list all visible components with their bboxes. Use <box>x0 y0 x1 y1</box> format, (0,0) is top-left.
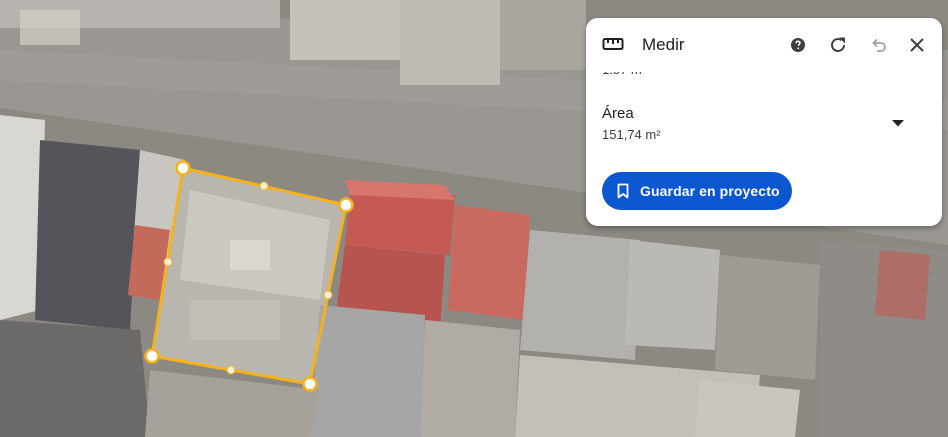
help-button[interactable] <box>785 32 811 58</box>
midpoint-handle[interactable] <box>226 365 236 375</box>
area-label: Área <box>602 105 634 122</box>
vertex-handle[interactable] <box>175 160 191 176</box>
vertex-handle[interactable] <box>302 376 318 392</box>
save-button-label: Guardar en proyecto <box>640 183 780 199</box>
undo-button[interactable] <box>865 32 891 58</box>
vertex-handle[interactable] <box>338 197 354 213</box>
bookmark-icon <box>616 183 630 199</box>
area-readout: Área 151,74 m² <box>602 105 661 142</box>
close-button[interactable] <box>904 32 930 58</box>
refresh-icon <box>831 37 845 52</box>
undo-icon <box>872 38 886 52</box>
area-value: 151,74 m² <box>602 127 661 142</box>
help-icon <box>791 38 805 52</box>
panel-title: Medir <box>642 35 685 54</box>
close-icon <box>910 38 924 52</box>
measure-panel: Medir 1.57 m <box>586 18 942 226</box>
vertex-handle[interactable] <box>144 348 160 364</box>
measure-panel-header: Medir <box>586 18 942 72</box>
ruler-icon <box>602 36 624 52</box>
unit-dropdown-button[interactable] <box>886 113 910 133</box>
refresh-button[interactable] <box>825 32 851 58</box>
midpoint-handle[interactable] <box>323 290 333 300</box>
save-to-project-button[interactable]: Guardar en proyecto <box>602 172 792 210</box>
dropdown-arrow-icon <box>892 119 904 126</box>
midpoint-handle[interactable] <box>259 181 269 191</box>
midpoint-handle[interactable] <box>163 257 173 267</box>
